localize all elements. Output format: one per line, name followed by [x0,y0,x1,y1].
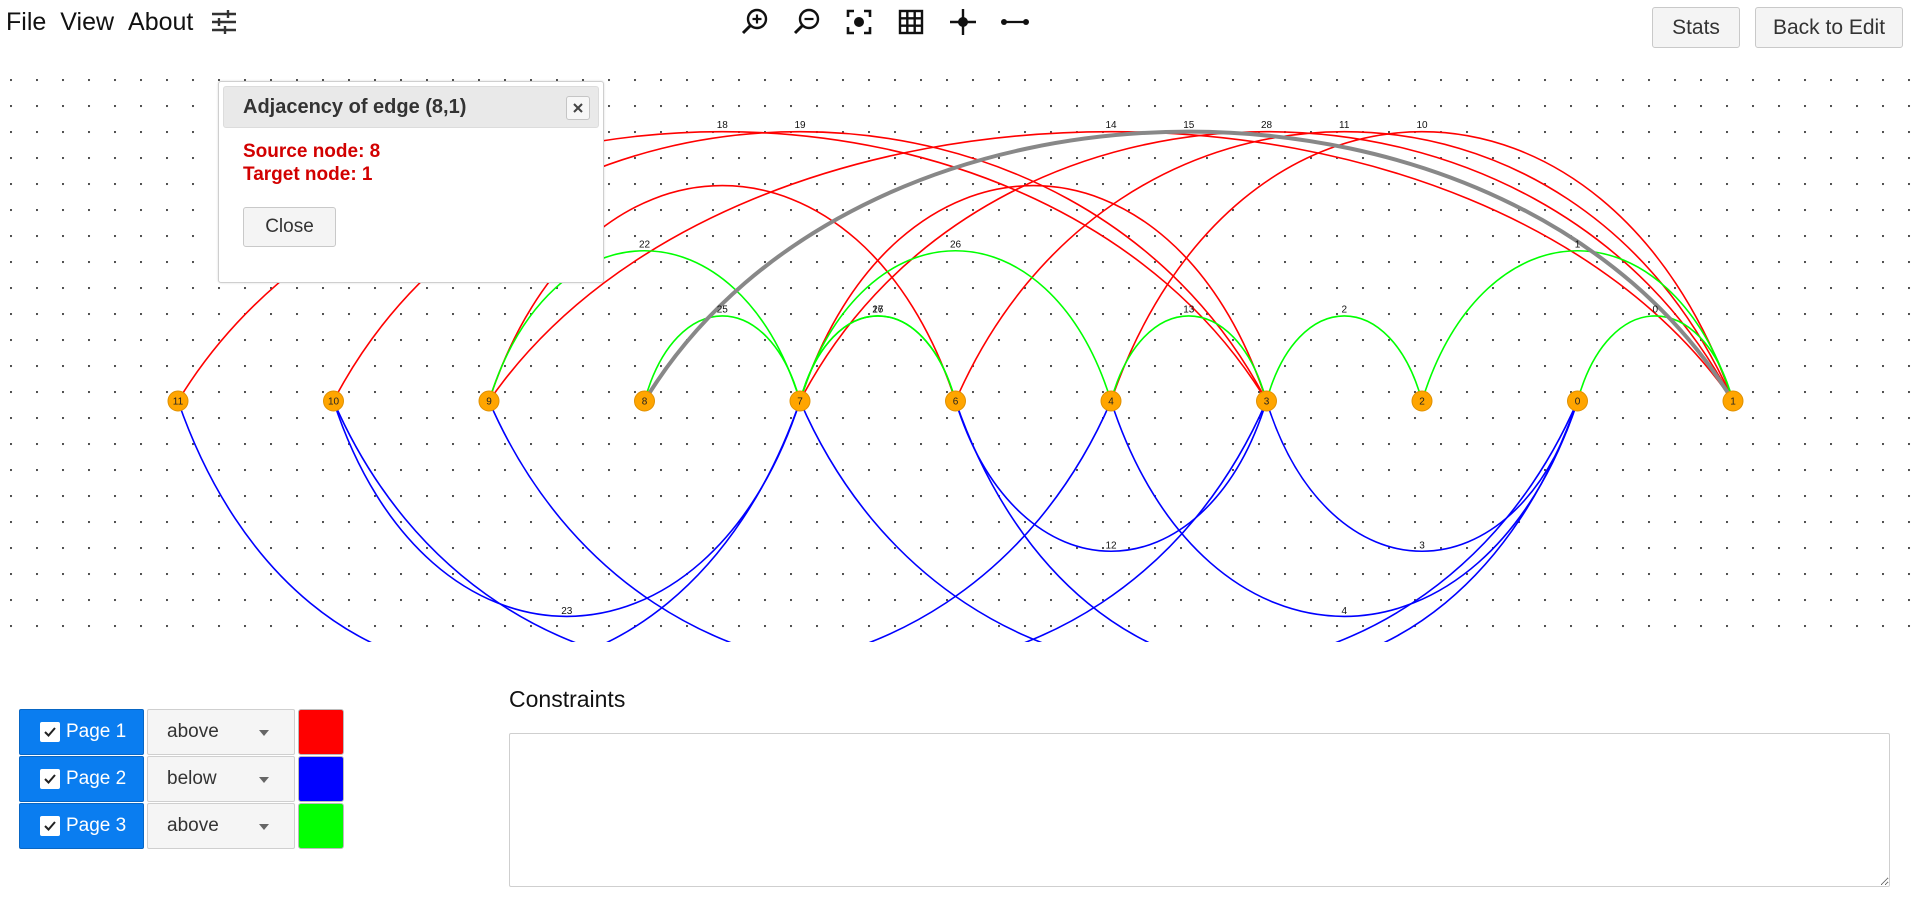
edge-label: 28 [1261,120,1273,131]
page-toggle-3[interactable]: Page 3 [19,803,144,849]
page-placement-select-1[interactable]: above [147,709,295,755]
edge-label: 25 [717,305,729,316]
edge-label: 15 [1183,120,1195,131]
node-label: 4 [1108,397,1114,408]
chevron-down-icon [259,777,269,783]
checkbox-checked-icon[interactable] [40,816,60,836]
graph-node[interactable]: 4 [1100,390,1122,412]
constraints-textarea[interactable] [509,733,1890,887]
graph-node[interactable]: 9 [478,390,500,412]
graph-node[interactable]: 8 [634,390,655,412]
page-color-swatch-3[interactable] [298,803,344,849]
source-node-text: Source node: 8 [243,141,381,162]
fit-view-button[interactable] [833,4,885,40]
node-label: 10 [328,397,340,408]
graph-node[interactable]: 1 [1722,390,1744,412]
node-label: 0 [1575,397,1581,408]
edge-label: 4 [1341,606,1347,617]
dialog-title: Adjacency of edge (8,1) [243,95,467,118]
close-icon [573,103,583,113]
page-color-swatch-2[interactable] [298,756,344,802]
graph-node[interactable]: 0 [1567,390,1588,412]
edge-label: 2 [1341,305,1347,316]
dialog-close-button[interactable]: Close [243,207,336,247]
page-toggle-2[interactable]: Page 2 [19,756,144,802]
edge-label: 19 [794,120,806,131]
chevron-down-icon [259,824,269,830]
placement-value: above [167,815,219,836]
back-to-edit-button[interactable]: Back to Edit [1755,7,1903,48]
add-node-icon [950,9,976,35]
node-label: 8 [642,397,648,408]
edge-label: 18 [717,120,729,131]
node-label: 9 [486,397,492,408]
page-label: Page 1 [66,721,127,742]
add-edge-icon [1001,19,1029,25]
stats-button[interactable]: Stats [1652,7,1740,48]
node-label: 6 [953,397,959,408]
graph-node[interactable]: 7 [789,390,811,412]
placement-value: below [167,768,217,789]
settings-sliders-icon[interactable] [207,5,241,39]
edge-label: 10 [1416,120,1428,131]
edge-label: 23 [561,606,573,617]
node-label: 3 [1264,397,1270,408]
zoom-in-button[interactable] [729,4,781,40]
page-label: Page 2 [66,768,127,789]
page-toggle-1[interactable]: Page 1 [19,709,144,755]
constraints-title: Constraints [509,686,626,712]
menu-about[interactable]: About [122,8,201,37]
graph-node[interactable]: 2 [1411,390,1433,412]
node-label: 7 [797,397,803,408]
page-placement-select-2[interactable]: below [147,756,295,802]
edge-label: 0 [1652,305,1658,316]
chevron-down-icon [259,730,269,736]
edge-label: 22 [639,239,651,250]
menu-bar: File View About [0,0,241,44]
menu-view[interactable]: View [54,8,122,37]
app-root: File View About Stats Back to Edit 14 18… [0,0,1915,907]
checkbox-checked-icon[interactable] [40,722,60,742]
page-placement-select-3[interactable]: above [147,803,295,849]
edge-adjacency-dialog: Adjacency of edge (8,1) Source node: 8 T… [218,81,604,283]
page-label: Page 3 [66,815,127,836]
fit-view-icon [846,9,872,35]
zoom-in-icon [741,8,768,35]
node-label: 1 [1730,397,1736,408]
zoom-out-button[interactable] [781,4,833,40]
edge-label: 14 [1105,120,1117,131]
graph-node[interactable]: 10 [323,390,344,412]
edge-label: 12 [1105,541,1117,552]
edge-label: 27 [872,305,884,316]
edge-label: 13 [1183,305,1195,316]
edge-label: 11 [1339,120,1350,131]
checkbox-checked-icon[interactable] [40,769,60,789]
dialog-close-icon-button[interactable] [566,96,590,120]
add-edge-button[interactable] [989,4,1041,40]
grid-toggle-button[interactable] [885,4,937,40]
graph-node[interactable]: 11 [167,390,189,412]
node-label: 2 [1419,397,1425,408]
graph-toolbar [729,4,1041,40]
page-color-swatch-1[interactable] [298,709,344,755]
graph-node[interactable]: 3 [1256,390,1277,412]
add-node-button[interactable] [937,4,989,40]
node-label: 11 [173,397,184,408]
dialog-header: Adjacency of edge (8,1) [223,86,599,128]
edge-label: 3 [1419,541,1425,552]
grid-icon [898,9,924,35]
graph-node[interactable]: 6 [945,390,966,412]
edge-label: 26 [950,239,962,250]
zoom-out-icon [793,8,820,35]
placement-value: above [167,721,219,742]
menu-file[interactable]: File [0,8,54,37]
edge-label: 1 [1575,239,1581,250]
target-node-text: Target node: 1 [243,164,373,185]
